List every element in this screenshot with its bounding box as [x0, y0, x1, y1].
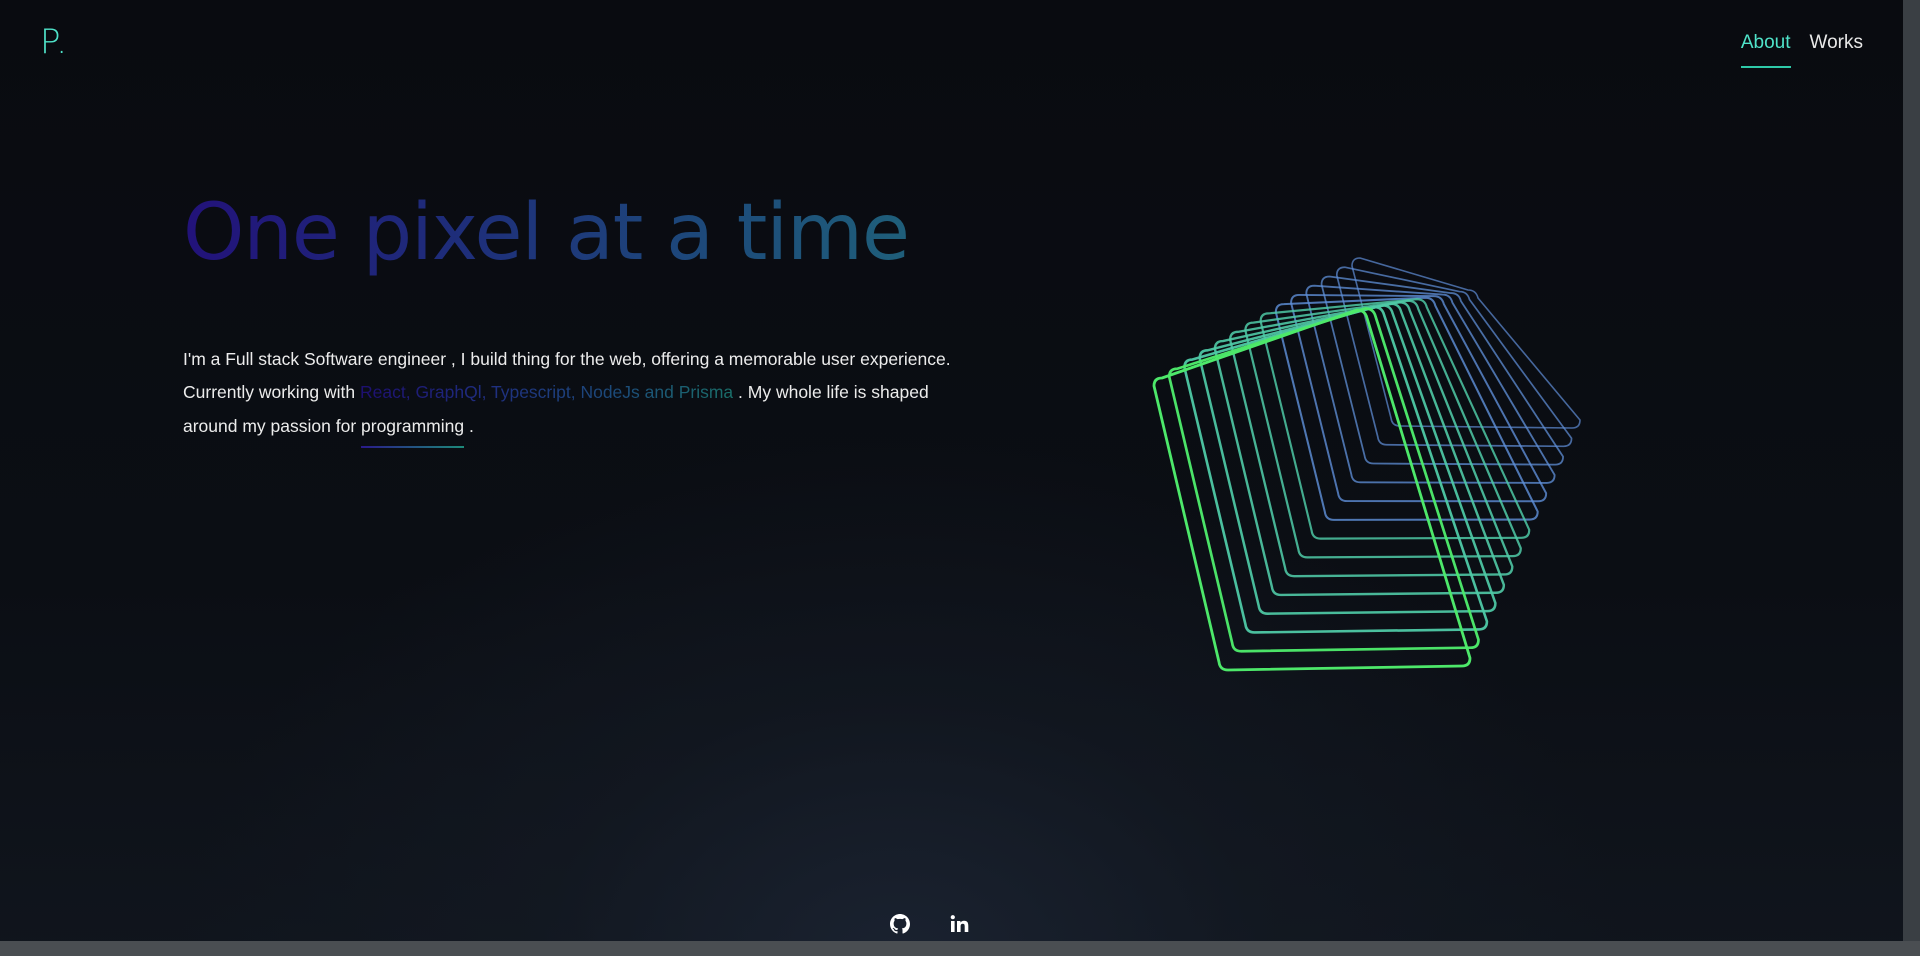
- horizontal-scrollbar[interactable]: [0, 941, 1920, 956]
- page: P. About Works One pixel at a time I'm a…: [0, 0, 1920, 956]
- hero-headline: One pixel at a time: [183, 188, 910, 278]
- github-icon[interactable]: [890, 914, 910, 934]
- main-nav: About Works: [1740, 32, 1863, 68]
- passion-link[interactable]: programming: [361, 410, 465, 448]
- cube-layer: [1152, 308, 1472, 672]
- site-logo[interactable]: P.: [40, 22, 68, 62]
- wireframe-cube-illustration: [1152, 257, 1581, 672]
- nav-works-link[interactable]: Works: [1810, 32, 1863, 68]
- tech-stack-text: React, GraphQl, Typescript, NodeJs and P…: [360, 382, 734, 402]
- cube-layer: [1259, 298, 1531, 540]
- intro-text-end: .: [464, 415, 474, 436]
- cube-layer: [1290, 293, 1548, 503]
- vertical-scrollbar[interactable]: [1903, 0, 1920, 941]
- linkedin-icon[interactable]: [950, 914, 970, 934]
- cube-layer: [1213, 302, 1506, 597]
- nav-about-link[interactable]: About: [1740, 32, 1791, 68]
- hero-intro: I'm a Full stack Software engineer , I b…: [183, 343, 973, 448]
- social-links: [890, 914, 970, 934]
